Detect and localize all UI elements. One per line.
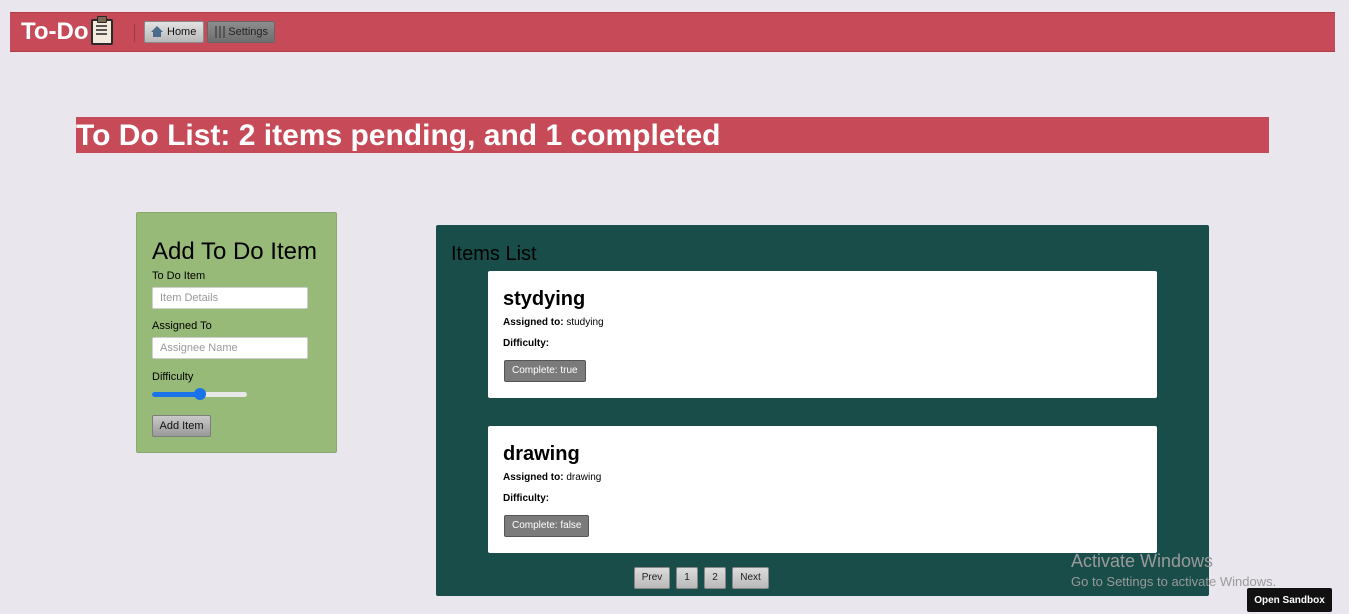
difficulty-slider-fill	[152, 392, 200, 397]
home-button[interactable]: Home	[144, 21, 204, 43]
assignee-value: studying	[566, 317, 604, 328]
difficulty-slider-thumb[interactable]	[193, 388, 206, 400]
home-icon	[151, 26, 163, 37]
add-item-button[interactable]: Add Item	[152, 415, 211, 437]
watermark-title: Activate Windows	[1071, 551, 1214, 571]
difficulty-label: Difficulty	[152, 371, 194, 383]
next-page-button[interactable]: Next	[732, 567, 769, 589]
difficulty-key: Difficulty:	[503, 493, 550, 504]
items-list-panel: Items List stydying Assigned to: studyin…	[436, 225, 1209, 596]
assignee-key: Assigned to:	[503, 317, 564, 328]
settings-button[interactable]: Settings	[207, 21, 275, 43]
navbar-divider	[134, 24, 135, 42]
form-heading: Add To Do Item	[152, 238, 317, 265]
page-1-button[interactable]: 1	[676, 567, 698, 589]
item-details-input[interactable]	[152, 287, 308, 309]
difficulty-slider[interactable]	[152, 388, 247, 400]
add-item-form: Add To Do Item To Do Item Assigned To Di…	[136, 212, 337, 453]
assignee-value: drawing	[566, 472, 602, 483]
todo-item-difficulty: Difficulty:	[503, 338, 549, 350]
open-sandbox-button[interactable]: Open Sandbox	[1247, 588, 1332, 612]
todo-item-title: stydying	[503, 288, 586, 310]
todo-item-card: drawing Assigned to: drawing Difficulty:…	[488, 426, 1157, 553]
todo-item-difficulty: Difficulty:	[503, 493, 549, 505]
brand-title: To-Do	[21, 18, 89, 45]
page-title: To Do List: 2 items pending, and 1 compl…	[76, 117, 1269, 153]
navbar: To-Do Home Settings	[10, 12, 1335, 52]
todo-item-assignee: Assigned to: drawing	[503, 472, 601, 484]
todo-item-assignee: Assigned to: studying	[503, 317, 604, 329]
item-label: To Do Item	[152, 270, 206, 282]
pagination: Prev 1 2 Next	[634, 567, 769, 589]
page-2-button[interactable]: 2	[704, 567, 726, 589]
complete-toggle-button[interactable]: Complete: false	[504, 515, 590, 537]
clipboard-icon	[90, 16, 113, 45]
complete-toggle-button[interactable]: Complete: true	[504, 360, 586, 382]
assignee-label: Assigned To	[152, 320, 212, 332]
settings-label: Settings	[228, 26, 268, 38]
prev-page-button[interactable]: Prev	[634, 567, 670, 589]
todo-item-card: stydying Assigned to: studying Difficult…	[488, 271, 1157, 398]
activate-windows-watermark: Activate Windows Go to Settings to activ…	[1071, 550, 1276, 592]
home-label: Home	[167, 26, 197, 38]
todo-item-title: drawing	[503, 443, 580, 465]
assignee-input[interactable]	[152, 337, 308, 359]
difficulty-key: Difficulty:	[503, 338, 550, 349]
watermark-subtitle: Go to Settings to activate Windows.	[1071, 574, 1277, 589]
items-list-heading: Items List	[451, 243, 537, 265]
settings-icon	[214, 26, 225, 38]
assignee-key: Assigned to:	[503, 472, 564, 483]
brand[interactable]: To-Do	[21, 16, 113, 48]
